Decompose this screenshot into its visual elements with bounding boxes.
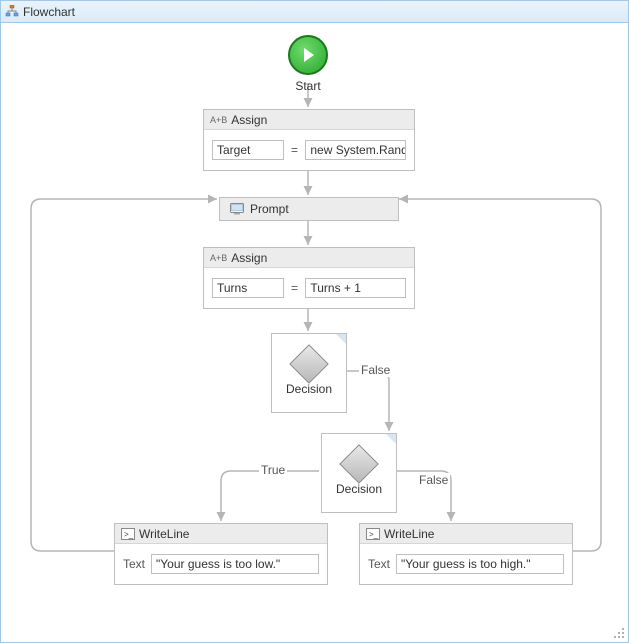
activity-title: WriteLine bbox=[384, 527, 434, 541]
start-node[interactable]: Start bbox=[288, 35, 328, 93]
flowchart-title: Flowchart bbox=[23, 5, 75, 19]
writeline-icon: >_ bbox=[366, 528, 380, 540]
start-icon bbox=[288, 35, 328, 75]
activity-header[interactable]: >_ WriteLine bbox=[115, 524, 327, 544]
flowchart-designer[interactable]: Flowchart bbox=[0, 0, 629, 643]
writeline-high-activity[interactable]: >_ WriteLine Text "Your guess is too hig… bbox=[359, 523, 573, 585]
activity-title: WriteLine bbox=[139, 527, 189, 541]
assign-target-activity[interactable]: A+B Assign Target = new System.Rando bbox=[203, 109, 415, 171]
edge-label-false: False bbox=[417, 473, 450, 487]
decision-icon bbox=[289, 344, 329, 384]
assign-to-field[interactable]: Target bbox=[212, 140, 284, 160]
assign-value-field[interactable]: Turns + 1 bbox=[305, 278, 406, 298]
writeline-text-field[interactable]: "Your guess is too low." bbox=[151, 554, 319, 574]
writeline-icon: >_ bbox=[121, 528, 135, 540]
text-label: Text bbox=[368, 557, 390, 571]
prompt-icon bbox=[230, 203, 244, 215]
decision-label: Decision bbox=[286, 382, 332, 396]
flowchart-titlebar[interactable]: Flowchart bbox=[1, 1, 628, 23]
text-label: Text bbox=[123, 557, 145, 571]
start-label: Start bbox=[295, 79, 320, 93]
assign-to-field[interactable]: Turns bbox=[212, 278, 284, 298]
svg-text:>_: >_ bbox=[369, 530, 379, 539]
svg-text:>_: >_ bbox=[124, 530, 134, 539]
flowchart-icon bbox=[5, 5, 19, 19]
assign-turns-activity[interactable]: A+B Assign Turns = Turns + 1 bbox=[203, 247, 415, 309]
decision-node-1[interactable]: Decision bbox=[271, 333, 347, 413]
prompt-activity[interactable]: Prompt bbox=[219, 197, 399, 221]
edge-label-false: False bbox=[359, 363, 392, 377]
activity-header[interactable]: A+B Assign bbox=[204, 248, 414, 268]
activity-title: Assign bbox=[231, 113, 267, 127]
decision-icon bbox=[339, 444, 379, 484]
assign-icon: A+B bbox=[210, 115, 227, 125]
decision-label: Decision bbox=[336, 482, 382, 496]
writeline-low-activity[interactable]: >_ WriteLine Text "Your guess is too low… bbox=[114, 523, 328, 585]
equals-label: = bbox=[290, 143, 300, 157]
activity-header[interactable]: A+B Assign bbox=[204, 110, 414, 130]
writeline-text-field[interactable]: "Your guess is too high." bbox=[396, 554, 564, 574]
activity-header[interactable]: >_ WriteLine bbox=[360, 524, 572, 544]
expand-indicator-icon bbox=[336, 334, 346, 344]
edge-label-true: True bbox=[259, 463, 287, 477]
resize-grip-icon[interactable] bbox=[613, 627, 625, 639]
equals-label: = bbox=[290, 281, 300, 295]
prompt-label: Prompt bbox=[250, 202, 289, 216]
activity-title: Assign bbox=[231, 251, 267, 265]
assign-icon: A+B bbox=[210, 253, 227, 263]
expand-indicator-icon bbox=[386, 434, 396, 444]
decision-node-2[interactable]: Decision bbox=[321, 433, 397, 513]
assign-value-field[interactable]: new System.Rando bbox=[305, 140, 406, 160]
